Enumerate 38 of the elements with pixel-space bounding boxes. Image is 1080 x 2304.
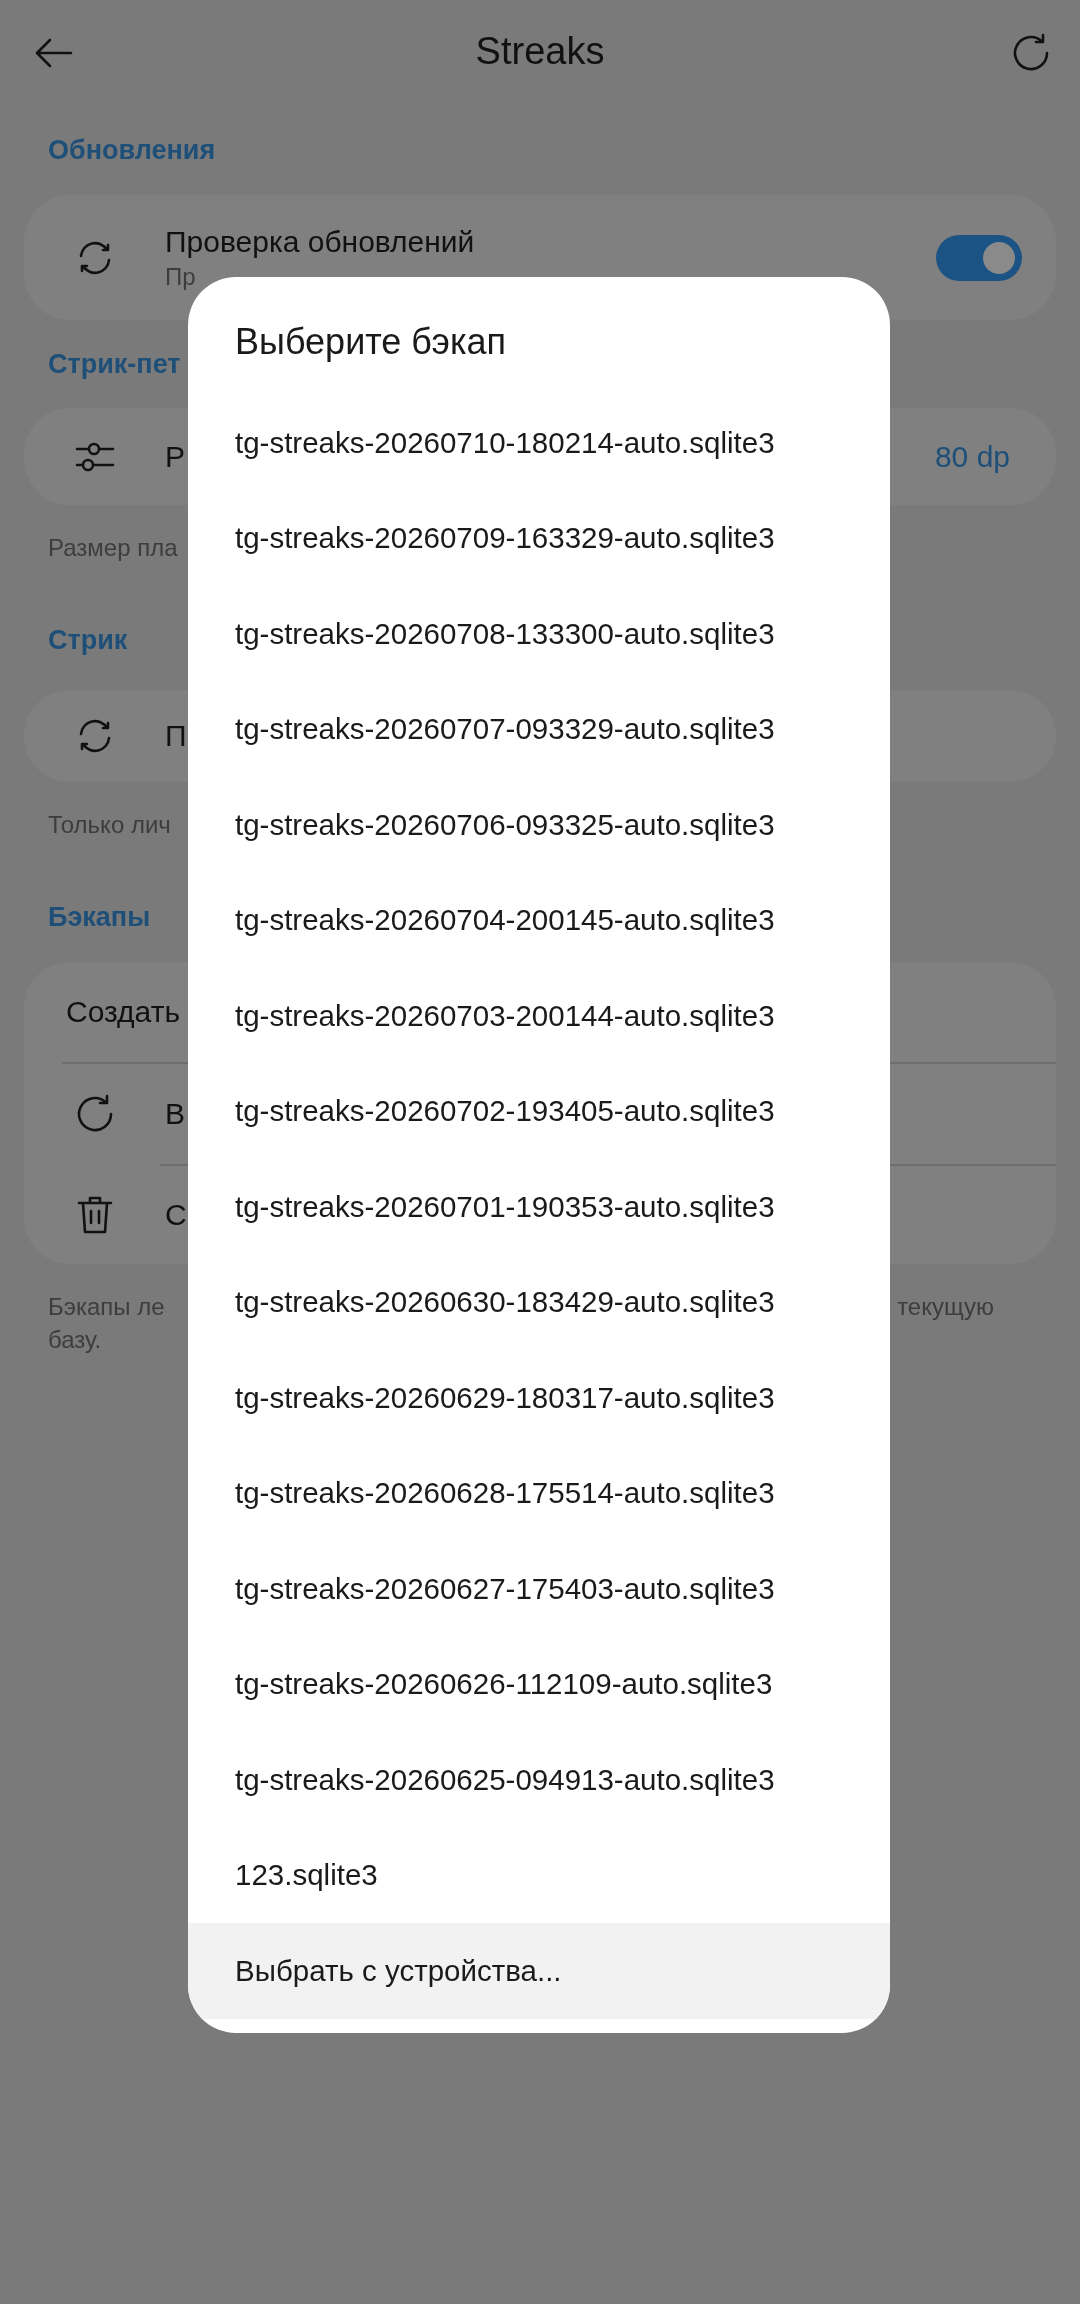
backup-file-item[interactable]: tg-streaks-20260708-133300-auto.sqlite3 <box>188 586 890 682</box>
backup-file-item[interactable]: tg-streaks-20260702-193405-auto.sqlite3 <box>188 1063 890 1159</box>
pick-from-device-item[interactable]: Выбрать с устройства... <box>188 1923 890 2019</box>
dialog-title: Выберите бэкап <box>235 321 506 362</box>
backup-file-item[interactable]: tg-streaks-20260630-183429-auto.sqlite3 <box>188 1254 890 1350</box>
setting-title: Р <box>165 439 185 474</box>
section-header: Стрик-пет <box>48 348 181 380</box>
footer-text: Бэкапы ле <box>48 1292 165 1322</box>
footer-text: базу. <box>48 1326 102 1353</box>
setting-title: Проверка обновлений <box>165 224 475 259</box>
section-header: Стрик <box>48 624 128 656</box>
setting-value: 80 dp <box>934 439 1010 474</box>
backup-file-item[interactable]: tg-streaks-20260625-094913-auto.sqlite3 <box>188 1732 890 1828</box>
section-header: Бэкапы <box>48 901 151 933</box>
screen-title: Streaks <box>475 30 605 72</box>
toggle-switch[interactable] <box>936 234 1022 281</box>
section-header: Обновления <box>48 134 216 166</box>
backup-file-item[interactable]: tg-streaks-20260709-163329-auto.sqlite3 <box>188 490 890 586</box>
backup-file-item[interactable]: tg-streaks-20260628-175514-auto.sqlite3 <box>188 1445 890 1541</box>
backup-file-item[interactable]: tg-streaks-20260703-200144-auto.sqlite3 <box>188 968 890 1064</box>
footer-text: Размер пла <box>48 534 178 561</box>
setting-title: П <box>165 719 187 753</box>
backup-file-item[interactable]: 123.sqlite3 <box>188 1827 890 1923</box>
backup-file-item[interactable]: tg-streaks-20260701-190353-auto.sqlite3 <box>188 1159 890 1255</box>
footer-text: текущую <box>897 1292 994 1322</box>
backup-file-item[interactable]: tg-streaks-20260626-112109-auto.sqlite3 <box>188 1636 890 1732</box>
back-button[interactable] <box>34 36 74 69</box>
backup-file-item[interactable]: tg-streaks-20260706-093325-auto.sqlite3 <box>188 777 890 873</box>
backup-file-item[interactable]: tg-streaks-20260629-180317-auto.sqlite3 <box>188 1350 890 1446</box>
backup-file-item[interactable]: tg-streaks-20260627-175403-auto.sqlite3 <box>188 1541 890 1637</box>
footer-text: Только лич <box>48 811 171 838</box>
backup-file-item[interactable]: tg-streaks-20260707-093329-auto.sqlite3 <box>188 681 890 777</box>
setting-title: Создать <box>66 995 180 1029</box>
backup-file-item[interactable]: tg-streaks-20260710-180214-auto.sqlite3 <box>188 395 890 491</box>
backup-file-item[interactable]: tg-streaks-20260704-200145-auto.sqlite3 <box>188 872 890 968</box>
setting-subtitle: Пр <box>165 262 196 291</box>
setting-title: С <box>165 1198 187 1232</box>
setting-title: В <box>165 1097 185 1131</box>
